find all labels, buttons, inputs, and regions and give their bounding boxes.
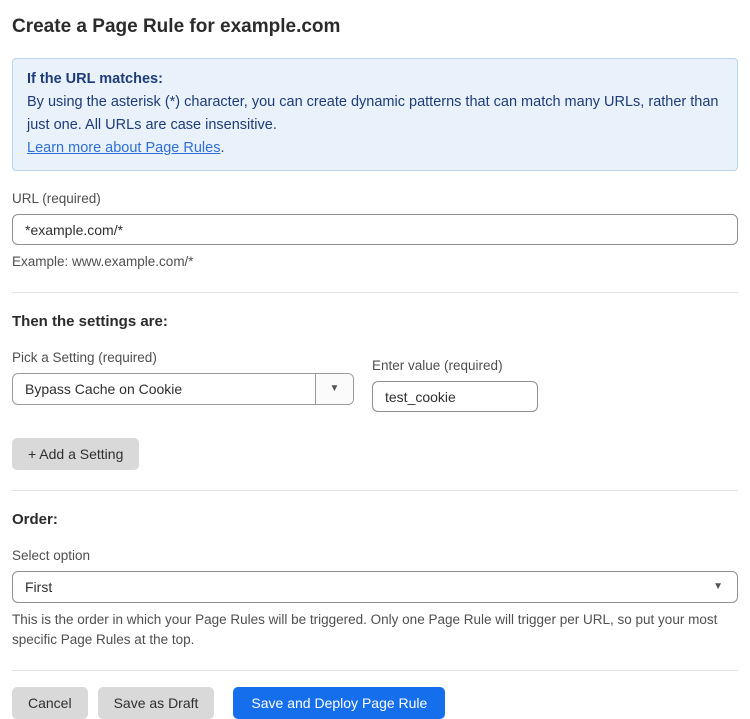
order-helper-text: This is the order in which your Page Rul… (12, 610, 722, 650)
chevron-down-icon: ▼ (330, 384, 340, 394)
learn-more-link[interactable]: Learn more about Page Rules (27, 140, 220, 156)
setting-value-label: Enter value (required) (372, 358, 538, 373)
divider (12, 292, 738, 293)
add-setting-button[interactable]: + Add a Setting (12, 438, 139, 470)
settings-row: Pick a Setting (required) Bypass Cache o… (12, 330, 738, 412)
cancel-button[interactable]: Cancel (12, 687, 88, 719)
info-box-heading: If the URL matches: (27, 68, 723, 91)
settings-section-heading: Then the settings are: (12, 313, 738, 330)
divider (12, 490, 738, 491)
setting-select-column: Pick a Setting (required) Bypass Cache o… (12, 330, 354, 412)
page-title: Create a Page Rule for example.com (12, 14, 738, 40)
url-field-label: URL (required) (12, 191, 738, 206)
create-page-rule-form: Create a Page Rule for example.com If th… (0, 0, 750, 719)
order-select-value: First (25, 579, 52, 595)
setting-select[interactable]: Bypass Cache on Cookie ▼ (12, 373, 354, 405)
order-select-label: Select option (12, 548, 738, 563)
url-example-helper: Example: www.example.com/* (12, 252, 738, 272)
info-box-body: By using the asterisk (*) character, you… (27, 91, 723, 137)
form-action-buttons: Cancel Save as Draft Save and Deploy Pag… (12, 687, 738, 719)
url-input[interactable] (12, 214, 738, 245)
save-and-deploy-button[interactable]: Save and Deploy Page Rule (233, 687, 445, 719)
divider (12, 670, 738, 671)
setting-select-value: Bypass Cache on Cookie (13, 374, 315, 404)
setting-select-label: Pick a Setting (required) (12, 350, 354, 365)
chevron-down-icon: ▼ (713, 582, 723, 592)
setting-value-input[interactable] (372, 381, 538, 412)
order-section-heading: Order: (12, 511, 738, 528)
url-matches-info-box: If the URL matches: By using the asteris… (12, 58, 738, 171)
setting-value-column: Enter value (required) (372, 338, 538, 412)
info-box-link-line: Learn more about Page Rules. (27, 137, 723, 160)
link-suffix: . (220, 140, 224, 156)
setting-select-arrow-button[interactable]: ▼ (315, 374, 353, 404)
order-select[interactable]: First ▼ (12, 571, 738, 603)
save-as-draft-button[interactable]: Save as Draft (98, 687, 215, 719)
